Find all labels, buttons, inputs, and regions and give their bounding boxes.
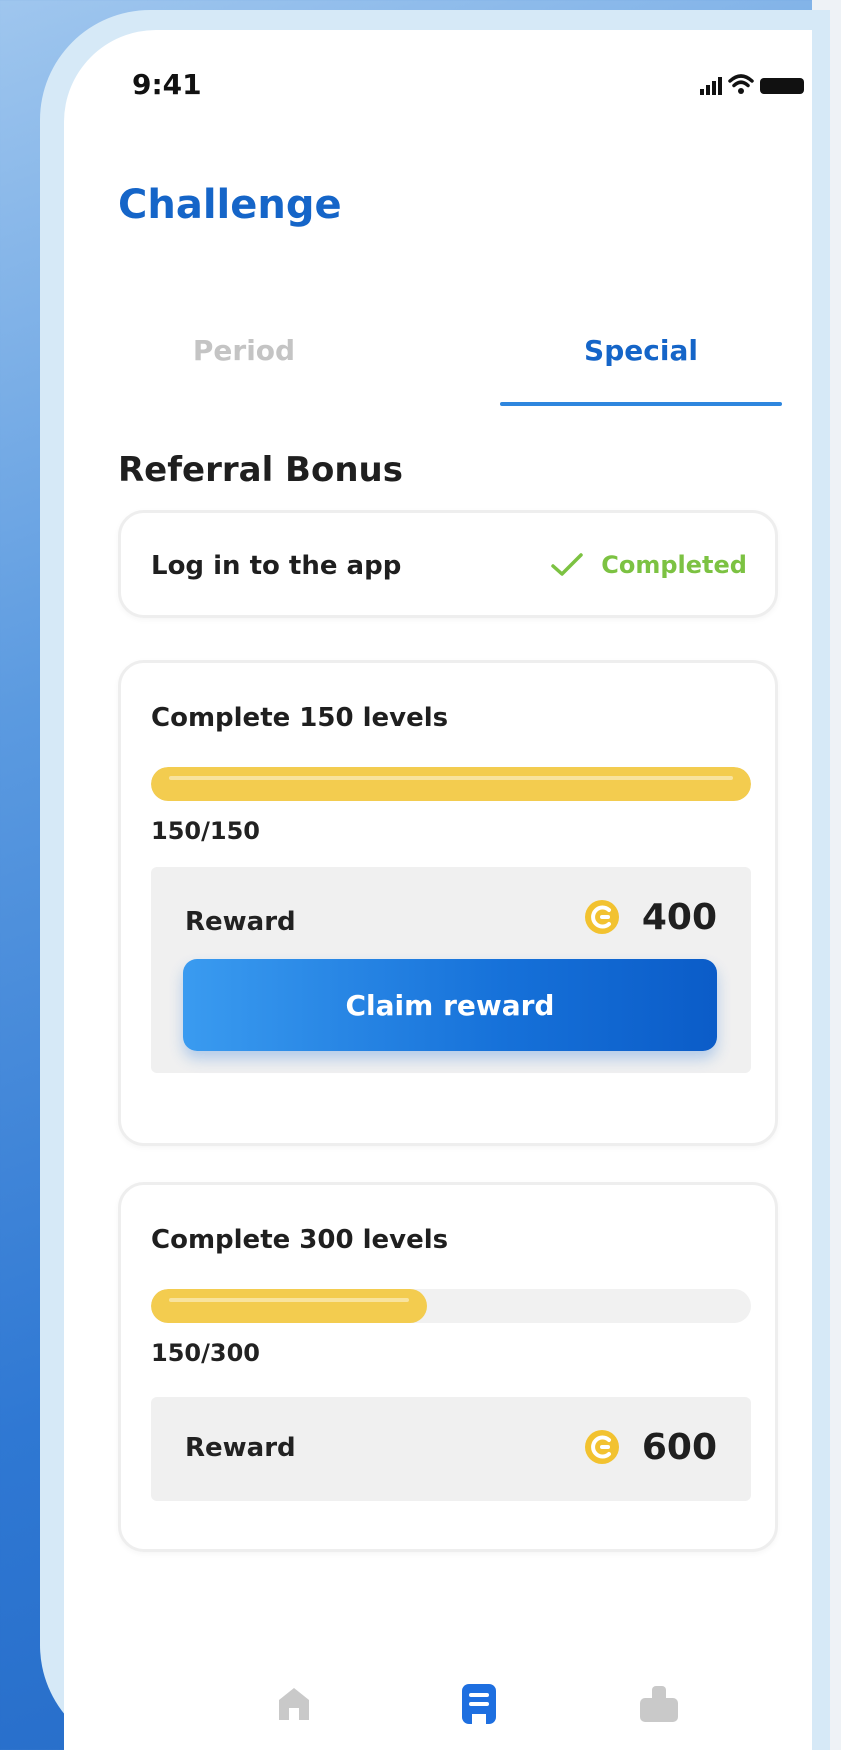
progress-fill — [151, 767, 751, 801]
reward-amount: 400 — [641, 896, 717, 938]
claim-reward-button[interactable]: Claim reward — [183, 959, 717, 1051]
completed-label: Completed — [601, 551, 747, 579]
reward-label: Reward — [185, 1433, 296, 1463]
task-label: Complete 150 levels — [151, 703, 449, 733]
progress-fill — [151, 1289, 427, 1323]
reward-amount-group: 600 — [584, 1425, 717, 1469]
progress-text: 150/150 — [151, 817, 260, 845]
section-title: Referral Bonus — [118, 450, 403, 490]
challenge-icon[interactable] — [454, 1678, 504, 1728]
battery-icon — [760, 78, 804, 94]
page-title: Challenge — [118, 182, 342, 228]
completed-status: Completed — [549, 547, 747, 583]
tab-period[interactable]: Period — [164, 310, 324, 390]
active-tab-indicator — [500, 402, 782, 406]
tab-special[interactable]: Special — [500, 310, 782, 390]
coin-icon — [584, 1430, 619, 1464]
reward-amount-group: 400 — [584, 895, 717, 939]
reward-box: Reward 400 Claim reward — [151, 867, 751, 1073]
reward-box: Reward 600 — [151, 1397, 751, 1501]
status-time: 9:41 — [132, 68, 202, 101]
task-label: Complete 300 levels — [151, 1225, 449, 1255]
reward-label: Reward — [185, 907, 296, 937]
task-card-login: Log in to the app Completed — [118, 510, 778, 618]
bottom-nav — [64, 1670, 812, 1750]
task-card-300-levels: Complete 300 levels 150/300 Reward 600 — [118, 1182, 778, 1552]
tab-bar: Period Special — [64, 310, 812, 410]
progress-bar — [151, 1289, 751, 1323]
wifi-icon — [728, 74, 754, 94]
task-card-150-levels: Complete 150 levels 150/150 Reward 400 C… — [118, 660, 778, 1146]
home-icon[interactable] — [269, 1678, 319, 1728]
coin-icon — [584, 900, 619, 934]
status-icons — [700, 74, 804, 95]
progress-text: 150/300 — [151, 1339, 260, 1367]
signal-icon — [700, 77, 722, 95]
check-icon — [551, 553, 584, 576]
task-label: Log in to the app — [151, 551, 402, 581]
progress-bar — [151, 767, 751, 801]
status-bar: 9:41 — [64, 30, 812, 140]
app-screen: 9:41 Challenge Period Special Referral B… — [64, 30, 812, 1750]
reward-amount: 600 — [641, 1426, 717, 1468]
shop-icon[interactable] — [634, 1678, 684, 1728]
